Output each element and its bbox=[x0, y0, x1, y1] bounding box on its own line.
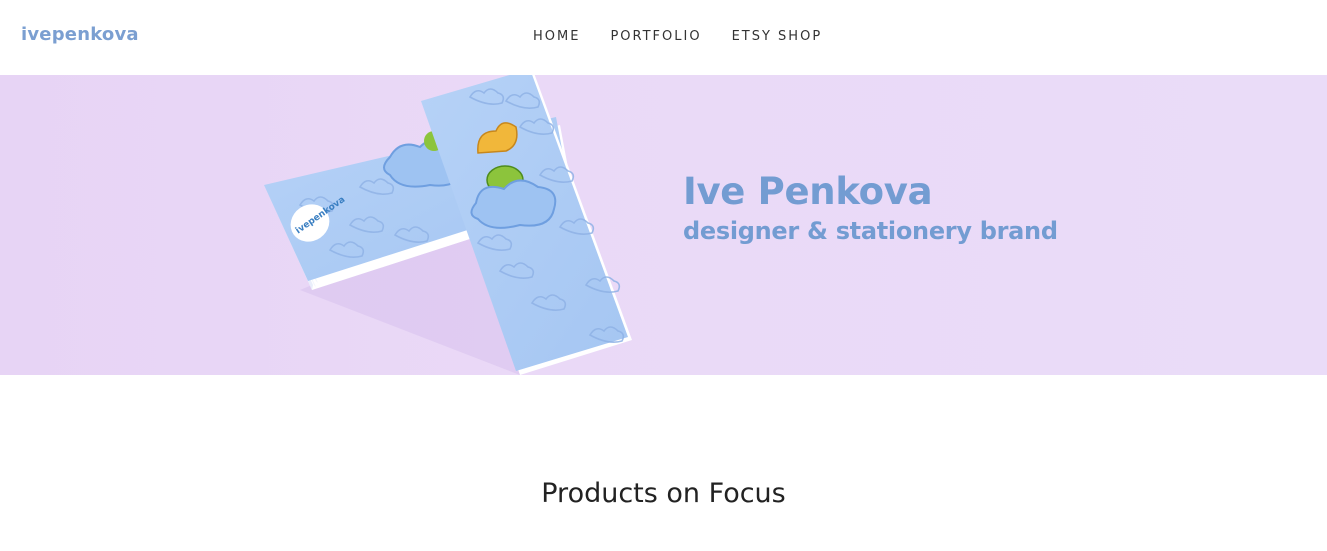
hero-title: Ive Penkova bbox=[683, 170, 933, 213]
hero-subtitle: designer & stationery brand bbox=[683, 217, 1058, 245]
hero-banner: ivepenkova Ive Penkova designer & statio… bbox=[0, 75, 1327, 375]
nav-portfolio[interactable]: PORTFOLIO bbox=[610, 29, 701, 44]
hero-image: ivepenkova bbox=[264, 75, 632, 375]
nav-etsy-shop[interactable]: ETSY SHOP bbox=[732, 29, 823, 44]
nav-home[interactable]: HOME bbox=[533, 29, 580, 44]
site-header: ivepenkova HOME PORTFOLIO ETSY SHOP bbox=[0, 0, 1327, 75]
main-nav: HOME PORTFOLIO ETSY SHOP bbox=[533, 29, 822, 44]
section-title: Products on Focus bbox=[541, 478, 786, 509]
site-logo[interactable]: ivepenkova bbox=[21, 24, 139, 45]
